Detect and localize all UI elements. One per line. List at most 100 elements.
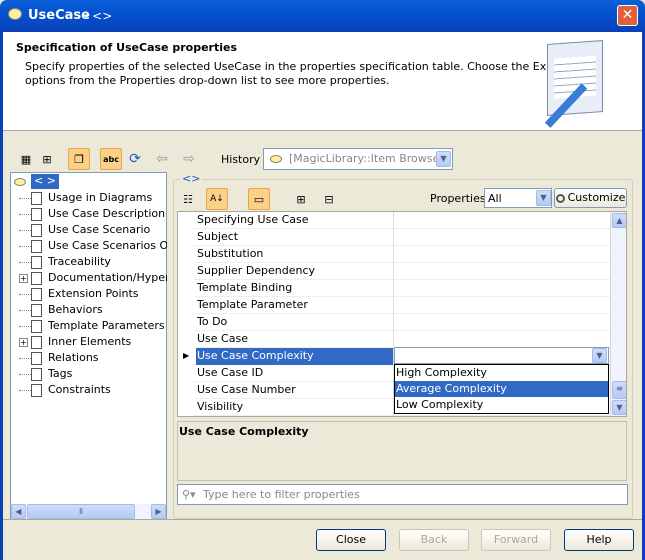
tree-item-label: Inner Elements [48, 335, 132, 348]
scroll-thumb[interactable]: ⦀ [27, 504, 135, 519]
chevron-down-icon[interactable]: ▼ [592, 348, 607, 363]
collapse-all-icon[interactable]: ⊟ [318, 188, 340, 210]
description-icon[interactable]: ▭ [248, 188, 270, 210]
properties-select[interactable]: All ▼ [484, 188, 552, 208]
property-name: Specifying Use Case [196, 212, 394, 229]
tree-item[interactable]: Usage in Diagrams [19, 190, 152, 206]
tree-item[interactable]: Use Case Scenarios Obs [19, 238, 167, 254]
abc-icon[interactable]: abc [100, 148, 122, 170]
property-name: Template Parameter [196, 297, 394, 314]
customize-button[interactable]: Customize [554, 188, 627, 208]
tree-item-label: Documentation/Hyperlin [48, 271, 167, 284]
scroll-up-icon[interactable]: ▲ [612, 213, 626, 228]
tree-connector [19, 229, 31, 231]
complexity-dropdown-list: High Complexity Average Complexity Low Com… [394, 364, 609, 414]
property-name: To Do [196, 314, 394, 331]
tree-item-label: Use Case Scenarios Obs [48, 239, 167, 252]
expert-view-icon[interactable]: ☷ [177, 188, 199, 210]
table-row[interactable]: Specifying Use Case [194, 212, 626, 229]
navigation-tree: < > Usage in Diagrams Use Case Descriptio… [10, 172, 167, 520]
document-icon [31, 271, 42, 285]
property-name: Substitution [196, 246, 394, 263]
help-button[interactable]: Help [564, 529, 634, 551]
tree-item[interactable]: Tags [19, 366, 72, 382]
scroll-thumb[interactable]: ≡ [612, 381, 626, 399]
table-row[interactable]: Template Binding [194, 280, 626, 297]
property-name: Subject [196, 229, 394, 246]
scroll-down-icon[interactable]: ▼ [612, 400, 626, 415]
history-combo[interactable]: [MagicLibrary::Item Browser] ▼ [263, 148, 453, 170]
table-row[interactable]: Use Case [194, 331, 626, 348]
tree-item-label: Constraints [48, 383, 111, 396]
panel-legend: <> [180, 172, 203, 185]
usecase-icon [270, 155, 282, 163]
forward-button[interactable]: Forward [481, 529, 551, 551]
document-icon [31, 303, 42, 317]
expand-icon[interactable]: + [19, 274, 28, 283]
tree-item-label: Behaviors [48, 303, 103, 316]
tree-item[interactable]: Behaviors [19, 302, 103, 318]
back-button[interactable]: Back [399, 529, 469, 551]
back-arrow-icon[interactable]: ⇦ [151, 148, 173, 170]
property-name: Use Case Complexity [196, 348, 394, 365]
scroll-left-icon[interactable]: ◀ [11, 504, 26, 519]
dropdown-option[interactable]: High Complexity [395, 365, 608, 381]
tree-item[interactable]: Use Case Description [19, 206, 165, 222]
tree-item-label: Use Case Description [48, 207, 166, 220]
tree-item[interactable]: Template Parameters [19, 318, 165, 334]
title-bar: UseCase - <> ✕ [0, 0, 645, 32]
dropdown-option[interactable]: Low Complexity [395, 397, 608, 413]
wrench-icon [555, 193, 565, 203]
refresh-icon[interactable]: ⟳ [124, 148, 146, 170]
horizontal-scrollbar[interactable]: ◀ ⦀ ▶ [11, 504, 166, 519]
scroll-right-icon[interactable]: ▶ [151, 504, 166, 519]
tree-item[interactable]: + Inner Elements [19, 334, 131, 350]
document-pencil-icon [544, 40, 603, 128]
table-view-icon[interactable]: ▦ [15, 148, 37, 170]
usecase-icon [8, 8, 22, 20]
document-icon [31, 383, 42, 397]
header-title: Specification of UseCase properties [16, 41, 237, 54]
row-marker-icon: ▶ [183, 351, 190, 360]
expand-all-icon[interactable]: ⊞ [290, 188, 312, 210]
document-icon [31, 319, 42, 333]
close-icon: ✕ [621, 7, 634, 23]
tree-connector [19, 325, 31, 327]
search-icon: ⚲▾ [182, 488, 196, 501]
property-name: Supplier Dependency [196, 263, 394, 280]
window-title: UseCase [28, 8, 90, 23]
tree-item[interactable]: + Documentation/Hyperlin [19, 270, 167, 286]
table-row[interactable]: Substitution [194, 246, 626, 263]
tree-item-label: Tags [48, 367, 73, 380]
complexity-combo[interactable]: ▼ [394, 347, 609, 364]
vertical-scrollbar[interactable]: ▲ ≡ ▼ [610, 212, 626, 416]
windows-icon[interactable]: ❐ [68, 148, 90, 170]
tree-item-label: Relations [48, 351, 99, 364]
tree-item[interactable]: Constraints [19, 382, 111, 398]
header-description-1: Specify properties of the selected UseCa… [25, 60, 601, 73]
document-icon [31, 239, 42, 253]
close-button[interactable]: Close [316, 529, 386, 551]
filter-input[interactable]: ⚲▾ Type here to filter properties [177, 484, 628, 505]
tree-item[interactable]: Extension Points [19, 286, 139, 302]
document-icon [31, 207, 42, 221]
dropdown-option[interactable]: Average Complexity [395, 381, 608, 397]
chevron-down-icon[interactable]: ▼ [536, 190, 551, 206]
tree-item[interactable]: Use Case Scenario [19, 222, 150, 238]
tree-item[interactable]: Traceability [19, 254, 111, 270]
table-row[interactable]: To Do [194, 314, 626, 331]
table-row[interactable]: Template Parameter [194, 297, 626, 314]
table-row[interactable]: Subject [194, 229, 626, 246]
property-name: Template Binding [196, 280, 394, 297]
description-title: Use Case Complexity [179, 425, 309, 438]
chevron-down-icon[interactable]: ▼ [436, 151, 451, 167]
tree-item-label: Extension Points [48, 287, 139, 300]
close-window-button[interactable]: ✕ [617, 5, 638, 26]
forward-arrow-icon[interactable]: ⇨ [178, 148, 200, 170]
sort-az-icon[interactable]: A↓ [206, 188, 228, 210]
tree-item[interactable]: Relations [19, 350, 99, 366]
table-row[interactable]: Supplier Dependency [194, 263, 626, 280]
tree-root[interactable]: < > [31, 174, 59, 189]
tree-view-icon[interactable]: ⊞ [36, 148, 58, 170]
expand-icon[interactable]: + [19, 338, 28, 347]
